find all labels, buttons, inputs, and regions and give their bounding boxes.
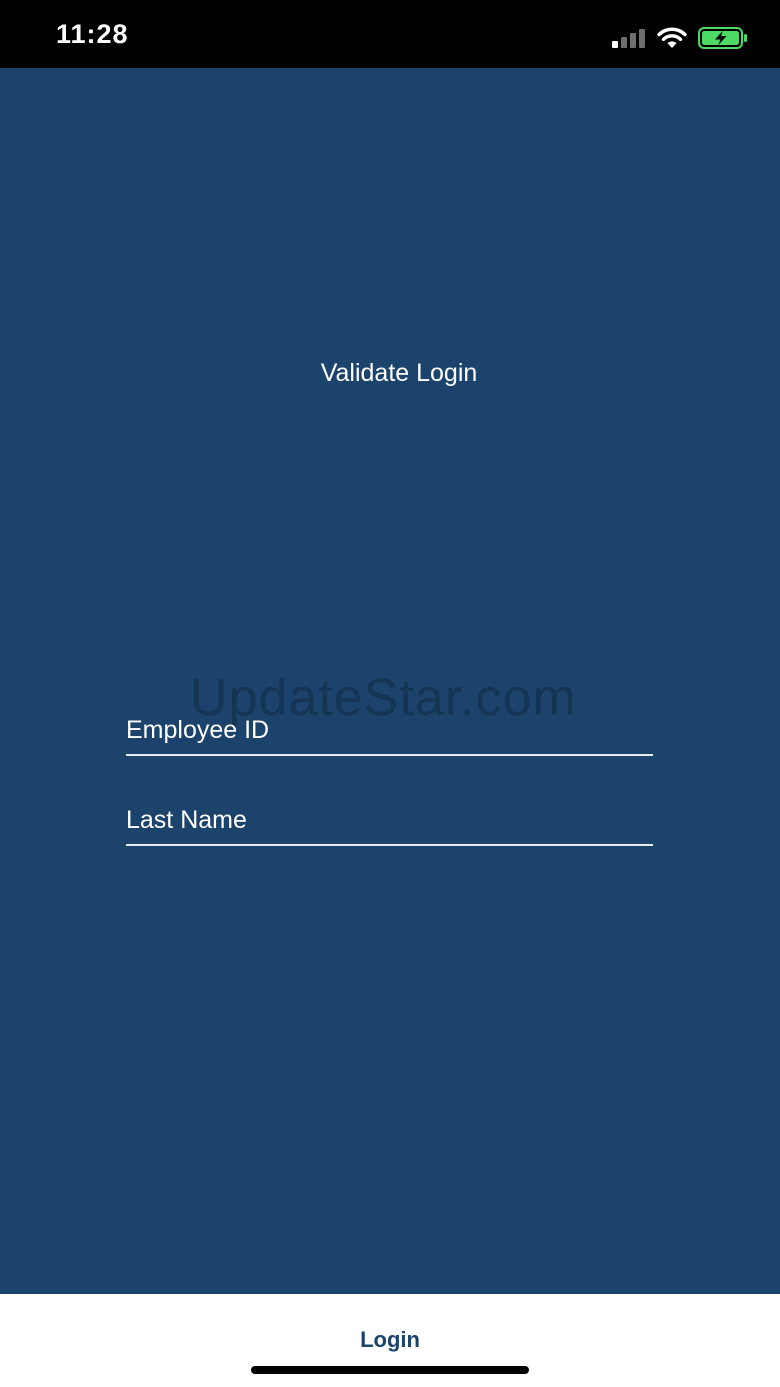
- home-indicator: [251, 1366, 529, 1374]
- login-form-area: Validate Login UpdateStar.com: [0, 68, 780, 1294]
- wifi-icon: [657, 27, 687, 48]
- page-title: Validate Login: [320, 359, 478, 387]
- status-time: 11:28: [56, 19, 129, 49]
- battery-charging-icon: [698, 27, 747, 49]
- employee-id-input[interactable]: [126, 708, 653, 752]
- employee-id-field-container: [126, 708, 653, 756]
- last-name-input[interactable]: [126, 798, 653, 842]
- status-bar: 11:28: [0, 0, 780, 68]
- last-name-field-container: [126, 798, 653, 846]
- signal-icon: [612, 29, 645, 48]
- bottom-bar: Login: [0, 1294, 780, 1387]
- status-icons: [612, 26, 748, 50]
- login-button[interactable]: Login: [290, 1322, 490, 1358]
